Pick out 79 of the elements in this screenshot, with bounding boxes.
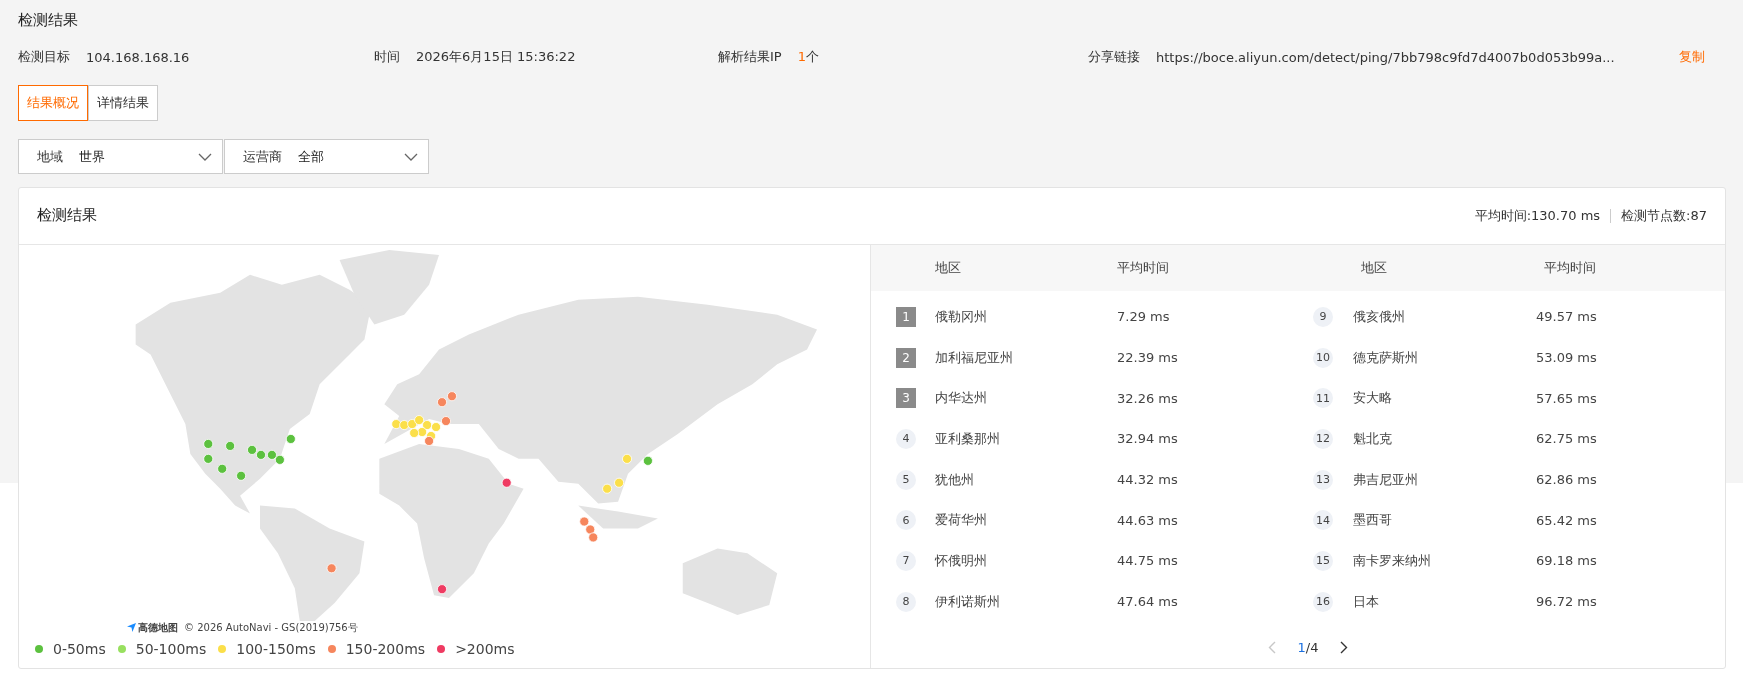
rank-number: 11 [1313,388,1333,409]
rank-number: 8 [896,591,916,612]
chevron-down-icon [404,152,418,161]
average-time: 44.63 ms [1117,512,1179,528]
page-title: 检测结果 [18,10,79,31]
filter-dropdown[interactable]: 地域 世界 [18,139,223,174]
node-count: 检测节点数:87 [1621,206,1707,225]
tab[interactable]: 详情结果 [88,85,158,121]
legend-label: 100-150ms [236,640,316,657]
region-name: 内华达州 [935,389,988,408]
region-name: 墨西哥 [1353,511,1393,530]
average-time: 49.57 ms [1536,309,1598,325]
column-header: 平均时间 [1544,258,1597,277]
map-logo: 高德地图 [127,620,178,635]
average-time: 22.39 ms [1117,350,1179,366]
average-time: 96.72 ms [1536,594,1598,610]
rank-badge: 2 [896,347,916,368]
info-label: 分享链接 [1088,48,1140,66]
rank-number: 7 [896,550,916,571]
average-time: 32.26 ms [1117,390,1179,406]
region-name: 安大略 [1353,389,1393,408]
navigation-arrow-icon [127,623,136,632]
region-name: 日本 [1353,592,1380,611]
region-name: 怀俄明州 [935,551,988,570]
region-name: 南卡罗来纳州 [1353,551,1432,570]
column-header: 地区 [1361,258,1388,277]
map-attribution: © 2026 AutoNavi - GS(2019)756号 [184,620,358,635]
region-name: 德克萨斯州 [1353,348,1419,367]
average-time: 53.09 ms [1536,350,1598,366]
average-time: 65.42 ms [1536,512,1598,528]
legend-label: 50-100ms [135,640,207,657]
rank-number: 13 [1313,469,1333,490]
rank-number: 10 [1313,347,1333,368]
average-time: 57.65 ms [1536,390,1598,406]
chevron-down-icon [198,152,212,161]
region-name: 爱荷华州 [935,511,988,530]
average-time: 44.32 ms [1117,472,1179,488]
average-time: 47.64 ms [1117,594,1179,610]
rank-number: 9 [1313,306,1333,327]
info-label: 检测目标 [18,48,70,66]
info-value: 104.168.168.16 [86,49,190,65]
region-name: 魁北克 [1353,429,1393,448]
rank-number: 12 [1313,428,1333,449]
region-name: 伊利诺斯州 [935,592,1001,611]
legend-label: 0-50ms [53,640,106,657]
next-page-button[interactable] [1340,640,1349,654]
filter-dropdown[interactable]: 运营商 全部 [224,139,429,174]
rank-number: 5 [896,469,916,490]
info-label: 时间 [374,48,400,66]
rank-number: 16 [1313,591,1333,612]
average-time: 69.18 ms [1536,553,1598,569]
average-time: 32.94 ms [1117,431,1179,447]
average-time-summary: 平均时间:130.70 ms [1474,206,1601,225]
average-time: 7.29 ms [1117,309,1171,325]
column-header: 地区 [935,258,962,277]
legend-label: >200ms [455,640,515,657]
region-name: 加利福尼亚州 [935,348,1014,367]
info-value: 1个 [797,48,819,66]
rank-number: 6 [896,510,916,531]
region-name: 亚利桑那州 [935,429,1001,448]
average-time: 44.75 ms [1117,553,1179,569]
share-link[interactable]: https://boce.aliyun.com/detect/ping/7bb798c9fd7d4007b0d053b99a... [1156,49,1615,65]
rank-number: 4 [896,428,916,449]
rank-badge: 3 [896,388,916,409]
rank-badge: 1 [896,306,916,327]
region-name: 俄亥俄州 [1353,307,1406,326]
card-title: 检测结果 [37,206,97,226]
info-label: 解析结果IP [718,48,782,66]
info-value: 2026年6月15日 15:36:22 [416,48,576,66]
page-indicator: 1/4 [1297,639,1319,655]
average-time: 62.86 ms [1536,472,1598,488]
legend-label: 150-200ms [345,640,426,657]
average-time: 62.75 ms [1536,431,1598,447]
region-name: 犹他州 [935,470,975,489]
region-name: 俄勒冈州 [935,307,988,326]
column-header: 平均时间 [1117,258,1170,277]
rank-number: 15 [1313,550,1333,571]
rank-number: 14 [1313,510,1333,531]
region-name: 弗吉尼亚州 [1353,470,1419,489]
